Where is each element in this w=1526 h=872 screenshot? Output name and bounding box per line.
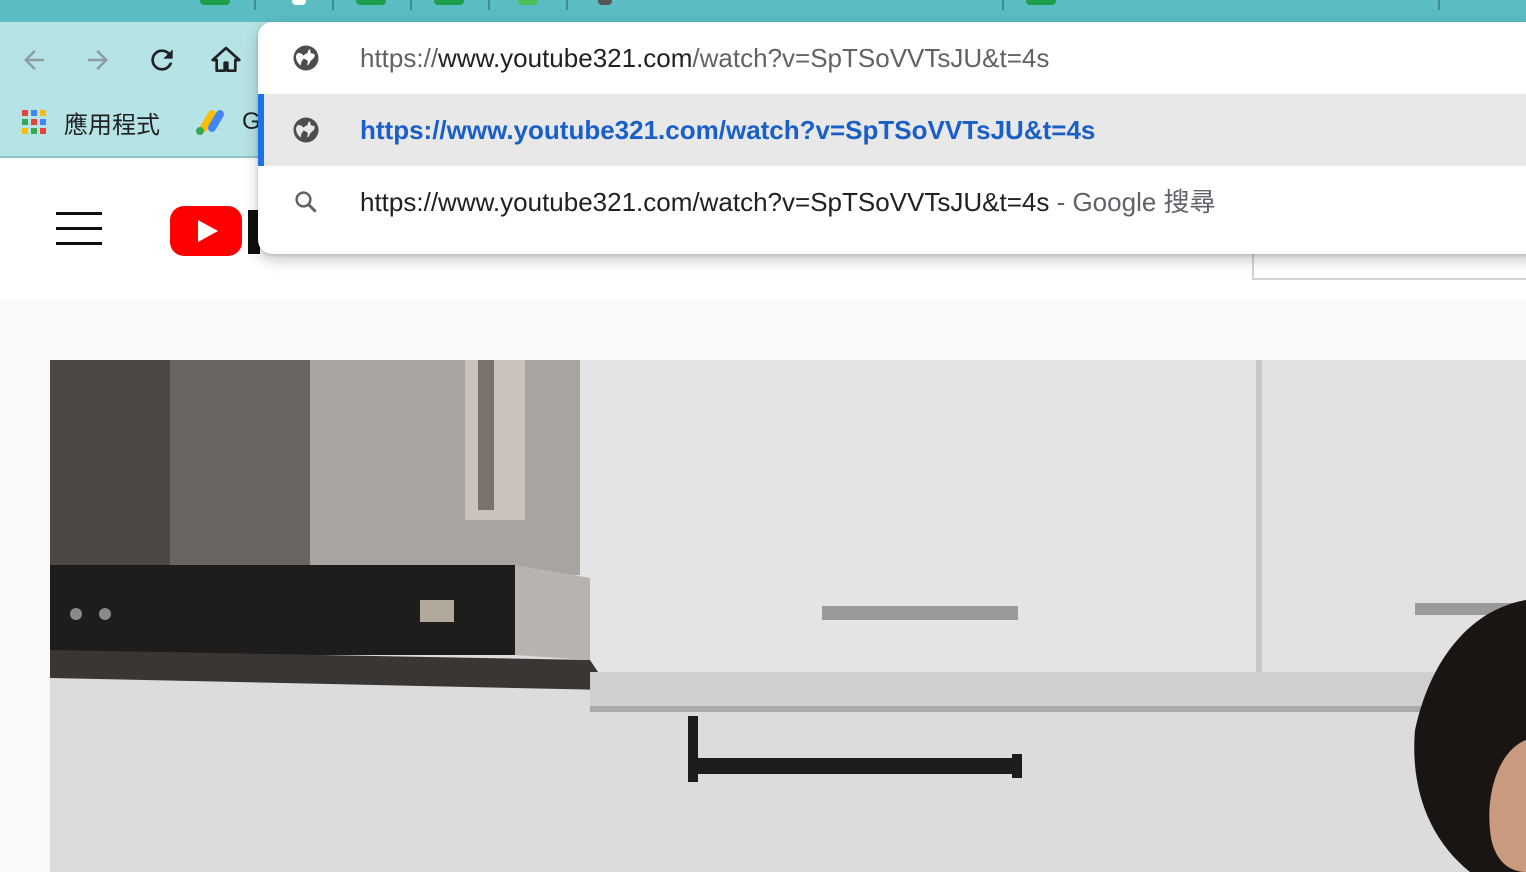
back-button[interactable] — [14, 40, 54, 80]
suggestion-search-text: https://www.youtube321.com/watch?v=SpTSo… — [360, 166, 1216, 238]
selection-indicator — [258, 94, 264, 166]
tab-strip — [0, 0, 1526, 22]
omnibox-input[interactable]: https://www.youtube321.com/watch?v=SpTSo… — [258, 22, 1526, 94]
suggestion-search-query: https://www.youtube321.com/watch?v=SpTSo… — [360, 187, 1050, 217]
video-frame — [50, 360, 1526, 872]
suggestion-url[interactable]: https://www.youtube321.com/watch?v=SpTSo… — [258, 94, 1526, 166]
tab-separator — [1002, 0, 1004, 10]
apps-grid-icon — [22, 110, 46, 134]
youtube-logo[interactable] — [170, 206, 242, 256]
url-path: /watch?v=SpTSoVVTsJU&t=4s — [692, 43, 1050, 73]
home-button[interactable] — [206, 40, 246, 80]
bookmark-apps-label: 應用程式 — [64, 111, 160, 139]
back-arrow-icon — [24, 50, 44, 70]
home-icon — [211, 46, 241, 72]
bookmark-google-ads[interactable]: G — [194, 106, 261, 138]
omnibox-dropdown: https://www.youtube321.com/watch?v=SpTSo… — [258, 22, 1526, 254]
video-player[interactable] — [50, 360, 1526, 872]
youtube-play-icon — [170, 206, 242, 256]
menu-icon[interactable] — [56, 210, 104, 246]
reload-button[interactable] — [142, 40, 182, 80]
globe-icon — [288, 44, 324, 72]
tab-favicon[interactable] — [356, 0, 386, 5]
tab-separator — [488, 0, 490, 10]
tab-separator — [1438, 0, 1440, 10]
tab-favicon[interactable] — [200, 0, 230, 5]
search-icon — [288, 188, 324, 216]
reload-icon — [151, 49, 173, 71]
forward-button[interactable] — [78, 40, 118, 80]
tab-separator — [566, 0, 568, 10]
google-ads-icon — [196, 110, 224, 135]
suggestion-search[interactable]: https://www.youtube321.com/watch?v=SpTSo… — [258, 166, 1526, 238]
forward-arrow-icon — [88, 50, 108, 70]
tab-separator — [254, 0, 256, 10]
tab-separator — [410, 0, 412, 10]
tab-favicon[interactable] — [518, 0, 538, 5]
suggestion-search-suffix: - Google 搜尋 — [1056, 187, 1216, 217]
tab-favicon[interactable] — [292, 0, 306, 5]
tab-favicon[interactable] — [598, 0, 612, 5]
globe-icon — [288, 116, 324, 144]
url-host: www.youtube321.com — [438, 43, 693, 73]
tab-favicon[interactable] — [1026, 0, 1056, 5]
tab-favicon[interactable] — [434, 0, 464, 5]
bookmark-apps[interactable]: 應用程式 — [22, 106, 160, 139]
omnibox-input-text[interactable]: https://www.youtube321.com/watch?v=SpTSo… — [360, 22, 1049, 94]
suggestion-url-text: https://www.youtube321.com/watch?v=SpTSo… — [360, 115, 1096, 145]
url-scheme: https:// — [360, 43, 439, 73]
tab-separator — [332, 0, 334, 10]
